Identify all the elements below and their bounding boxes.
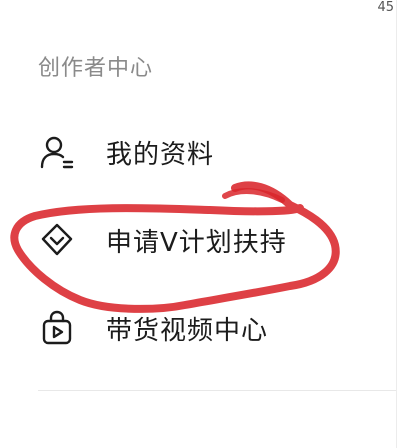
status-counter: 45 [377, 0, 394, 15]
menu-item-label: 申请V计划扶持 [106, 227, 287, 258]
user-profile-icon [38, 133, 76, 171]
heart-badge-icon [38, 221, 76, 259]
menu-item-goods-video-center[interactable]: 带货视频中心 [0, 296, 396, 360]
section-title: 创作者中心 [38, 56, 154, 81]
shopping-bag-play-icon [38, 309, 76, 347]
menu-item-apply-v-plan[interactable]: 申请V计划扶持 [0, 208, 396, 272]
menu-item-my-profile[interactable]: 我的资料 [0, 120, 396, 184]
menu-item-label: 带货视频中心 [106, 315, 269, 346]
section-divider [38, 390, 396, 391]
menu-item-label: 我的资料 [106, 139, 215, 170]
panel-edge-divider [396, 0, 397, 448]
